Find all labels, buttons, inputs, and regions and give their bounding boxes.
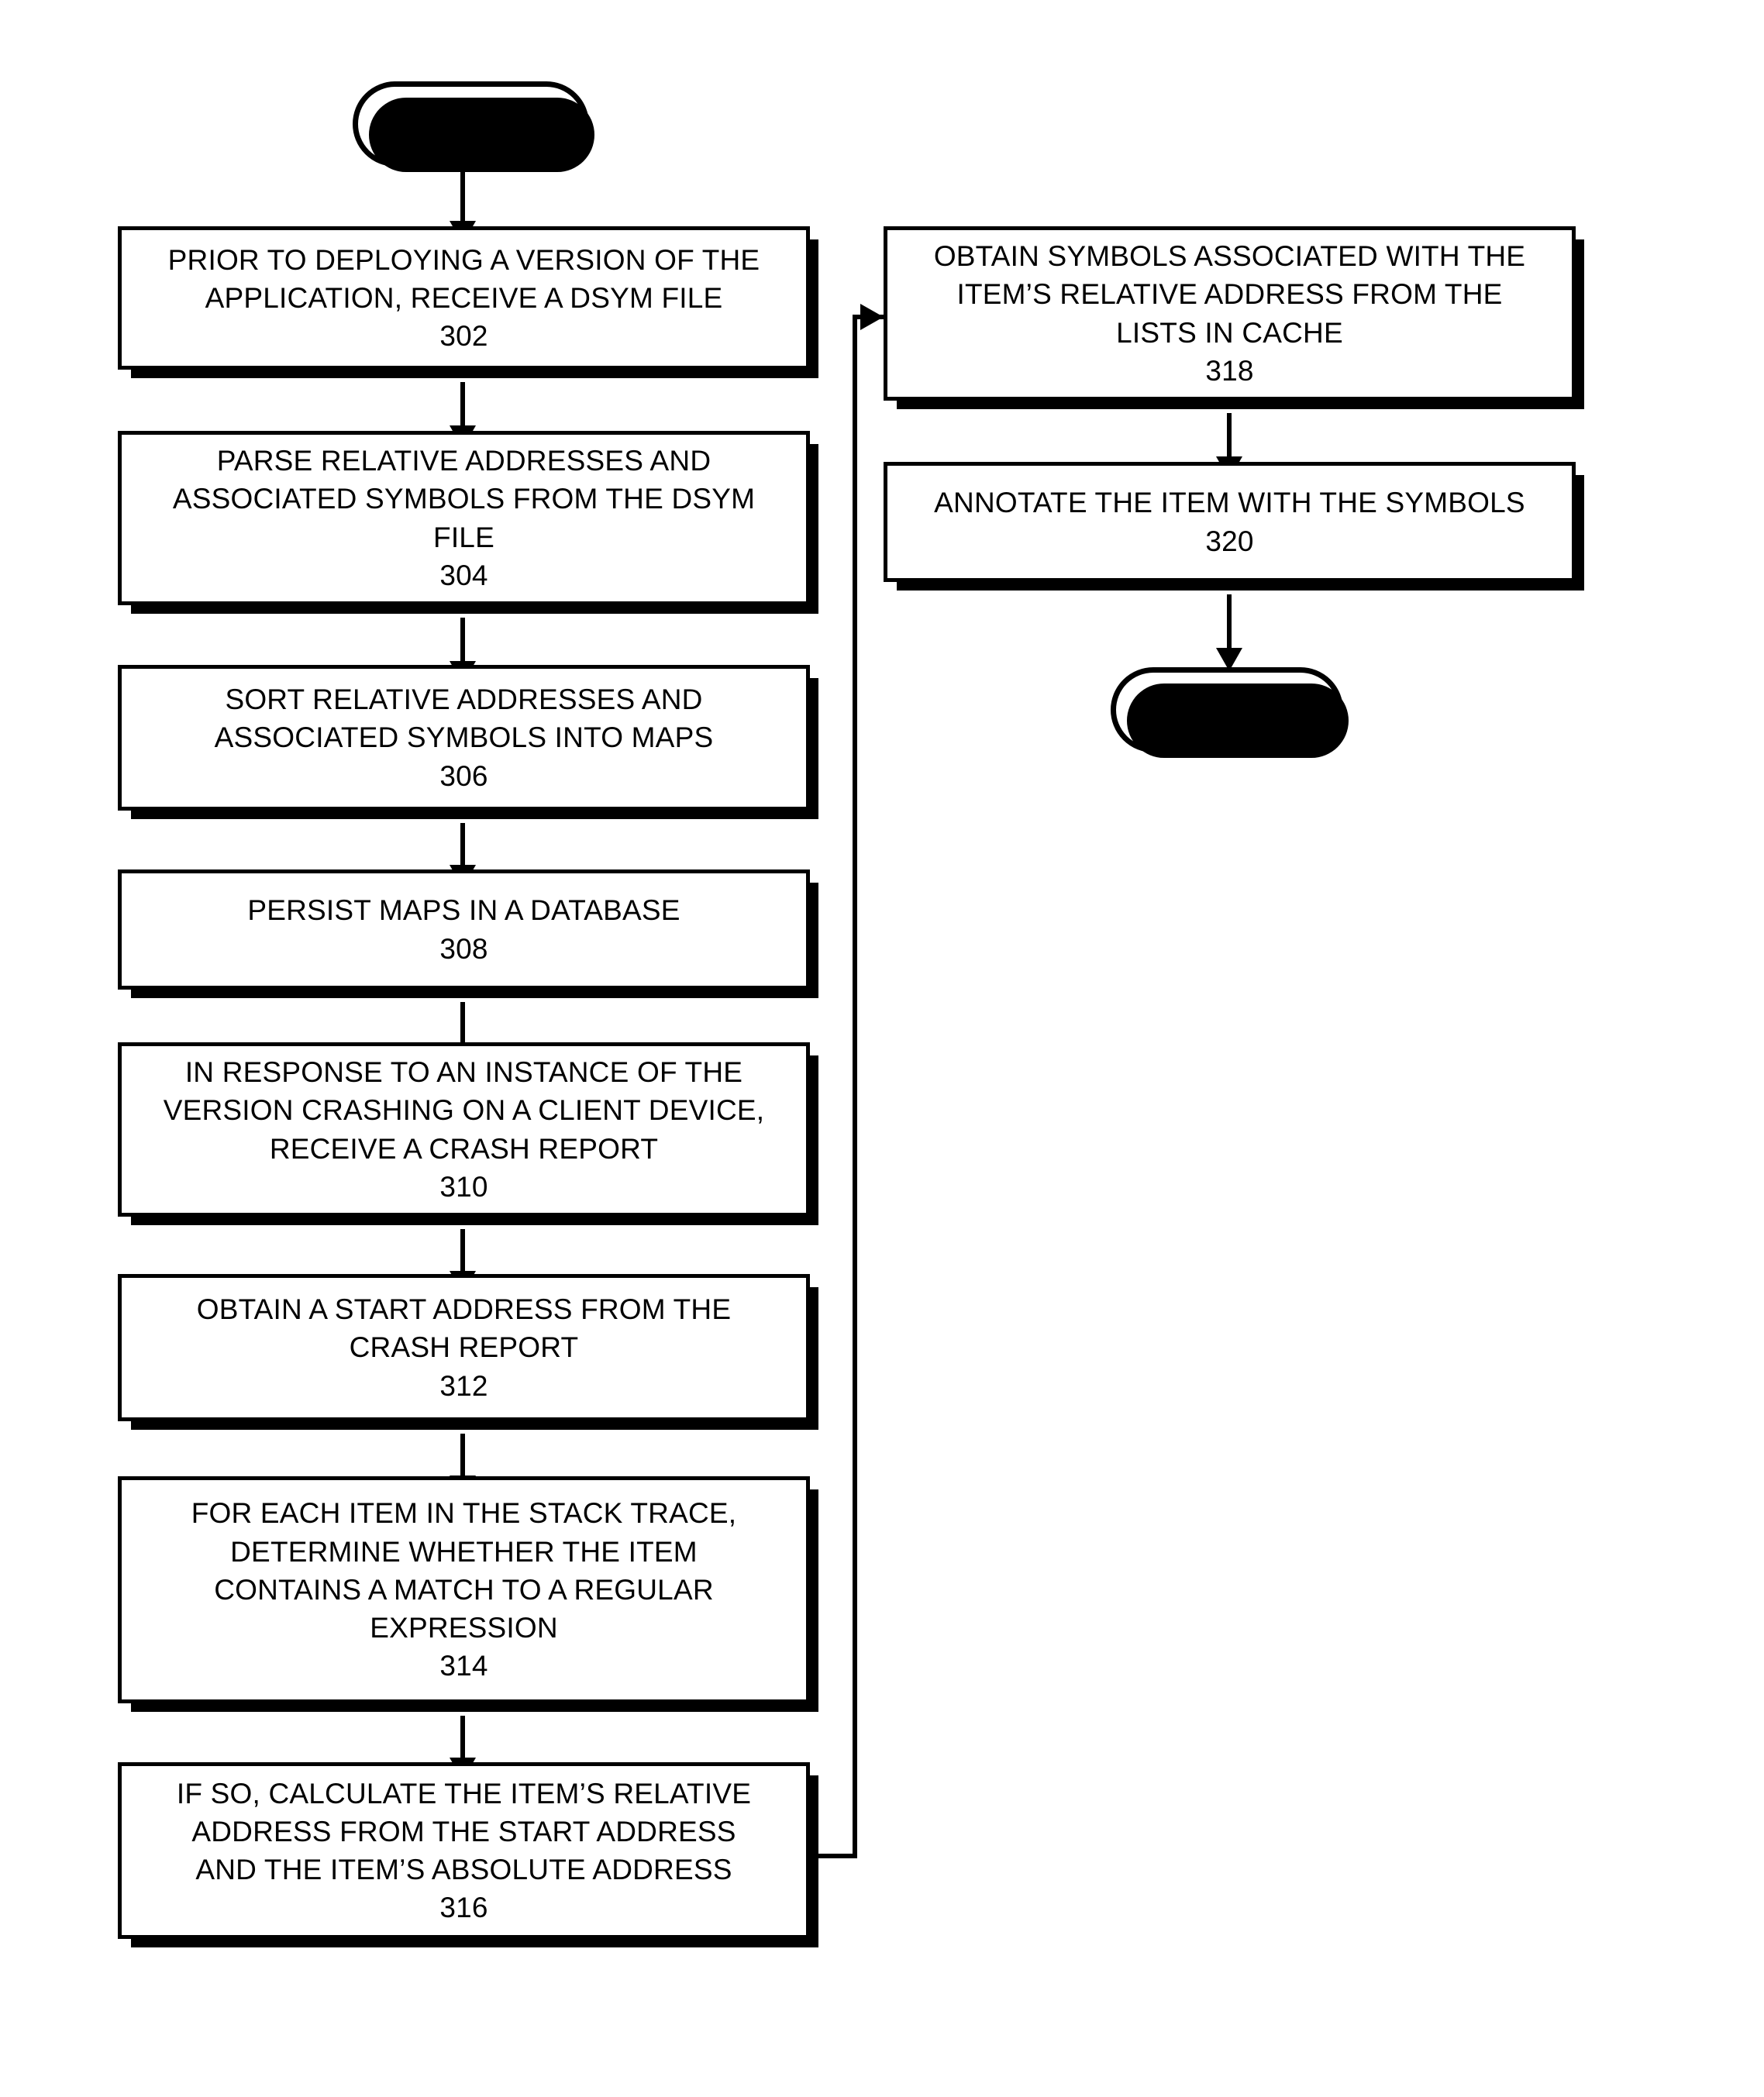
box-320-shadow-right bbox=[1572, 475, 1584, 591]
process-box-320-label: ANNOTATE THE ITEM WITH THE SYMBOLS 320 bbox=[934, 487, 1525, 557]
box-306-shadow-bottom bbox=[131, 807, 818, 819]
box-318-shadow-right bbox=[1572, 239, 1584, 409]
process-box-306-label: SORT RELATIVE ADDRESSES AND ASSOCIATED S… bbox=[214, 684, 714, 792]
terminator-start: START bbox=[353, 81, 594, 172]
box-310-shadow-right bbox=[806, 1055, 818, 1225]
terminator-start-label: START bbox=[421, 107, 521, 141]
connector-306-to-308 bbox=[460, 823, 465, 869]
process-box-310-label: IN RESPONSE TO AN INSTANCE OF THE VERSIO… bbox=[163, 1056, 765, 1203]
box-308-shadow-bottom bbox=[131, 986, 818, 998]
box-304-shadow-right bbox=[806, 444, 818, 614]
process-box-310: IN RESPONSE TO AN INSTANCE OF THE VERSIO… bbox=[118, 1042, 818, 1225]
terminator-end-label: END bbox=[1194, 693, 1260, 727]
box-318-shadow-bottom bbox=[897, 397, 1584, 409]
connector-start-to-302 bbox=[460, 167, 465, 225]
box-306-shadow-right bbox=[806, 678, 818, 819]
box-312-shadow-bottom bbox=[131, 1417, 818, 1430]
process-box-320: ANNOTATE THE ITEM WITH THE SYMBOLS 320 bbox=[884, 462, 1584, 591]
process-box-314-label: FOR EACH ITEM IN THE STACK TRACE, DETERM… bbox=[191, 1497, 737, 1682]
process-box-312-label: OBTAIN A START ADDRESS FROM THE CRASH RE… bbox=[196, 1293, 732, 1402]
process-box-318-label: OBTAIN SYMBOLS ASSOCIATED WITH THE ITEM’… bbox=[933, 240, 1526, 387]
process-box-316-label: IF SO, CALCULATE THE ITEM’S RELATIVE ADD… bbox=[176, 1777, 752, 1924]
process-box-308-label: PERSIST MAPS IN A DATABASE 308 bbox=[247, 894, 680, 965]
process-box-302: PRIOR TO DEPLOYING A VERSION OF THE APPL… bbox=[118, 226, 818, 378]
box-316-shadow-right bbox=[806, 1775, 818, 1947]
process-box-302-label: PRIOR TO DEPLOYING A VERSION OF THE APPL… bbox=[167, 243, 760, 353]
box-316-shadow-bottom bbox=[131, 1935, 818, 1947]
box-302-shadow-bottom bbox=[131, 366, 818, 378]
box-314-shadow-right bbox=[806, 1489, 818, 1712]
process-box-312: OBTAIN A START ADDRESS FROM THE CRASH RE… bbox=[118, 1274, 818, 1430]
process-box-316: IF SO, CALCULATE THE ITEM’S RELATIVE ADD… bbox=[118, 1762, 818, 1947]
box-320-shadow-bottom bbox=[897, 578, 1584, 591]
flowchart-canvas: START PRIOR TO DEPLOYING A VERSION OF TH… bbox=[0, 0, 1764, 2097]
process-box-314: FOR EACH ITEM IN THE STACK TRACE, DETERM… bbox=[118, 1476, 818, 1712]
process-box-304-label: PARSE RELATIVE ADDRESSES AND ASSOCIATED … bbox=[172, 445, 756, 591]
box-314-shadow-bottom bbox=[131, 1699, 818, 1712]
process-box-308: PERSIST MAPS IN A DATABASE 308 bbox=[118, 869, 818, 998]
connector-318-to-320 bbox=[1227, 413, 1232, 461]
box-302-shadow-right bbox=[806, 239, 818, 378]
box-310-shadow-bottom bbox=[131, 1213, 818, 1225]
box-312-shadow-right bbox=[806, 1287, 818, 1430]
connector-304-to-306 bbox=[460, 618, 465, 666]
process-box-304: PARSE RELATIVE ADDRESSES AND ASSOCIATED … bbox=[118, 431, 818, 614]
connector-310-to-312 bbox=[460, 1229, 465, 1277]
terminator-end: END bbox=[1111, 667, 1349, 758]
connector-314-to-316 bbox=[460, 1716, 465, 1762]
connector-302-to-304 bbox=[460, 382, 465, 430]
arrowhead-316-to-318 bbox=[860, 304, 884, 330]
connector-320-to-end bbox=[1227, 594, 1232, 653]
box-304-shadow-bottom bbox=[131, 601, 818, 614]
connector-316-to-318-vertical bbox=[853, 315, 857, 1858]
box-308-shadow-right bbox=[806, 883, 818, 998]
process-box-318: OBTAIN SYMBOLS ASSOCIATED WITH THE ITEM’… bbox=[884, 226, 1584, 409]
process-box-306: SORT RELATIVE ADDRESSES AND ASSOCIATED S… bbox=[118, 665, 818, 819]
connector-312-to-314 bbox=[460, 1434, 465, 1482]
